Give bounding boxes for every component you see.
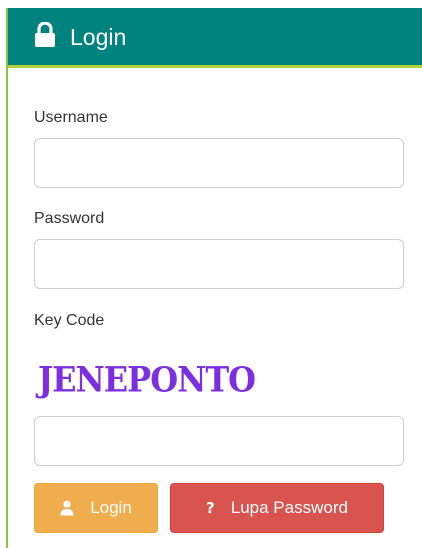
keycode-input[interactable] bbox=[34, 416, 404, 466]
login-panel: Login Username Password Key Code JENEPON… bbox=[6, 8, 422, 548]
login-button[interactable]: Login bbox=[34, 483, 158, 533]
username-label: Username bbox=[34, 109, 108, 126]
panel-header: Login bbox=[8, 8, 422, 68]
lupa-password-button[interactable]: ? Lupa Password bbox=[170, 483, 384, 533]
page: Login Username Password Key Code JENEPON… bbox=[0, 0, 422, 548]
captcha-image: JENEPONTO bbox=[38, 359, 256, 401]
user-icon bbox=[60, 500, 74, 516]
lock-icon bbox=[35, 22, 55, 47]
password-label: Password bbox=[34, 210, 105, 227]
lupa-password-button-label: Lupa Password bbox=[230, 498, 348, 517]
username-input[interactable] bbox=[34, 138, 404, 188]
panel-title: Login bbox=[70, 24, 127, 50]
question-icon: ? bbox=[206, 499, 215, 517]
password-input[interactable] bbox=[34, 239, 404, 289]
keycode-label: Key Code bbox=[34, 312, 105, 329]
login-button-label: Login bbox=[90, 498, 132, 517]
